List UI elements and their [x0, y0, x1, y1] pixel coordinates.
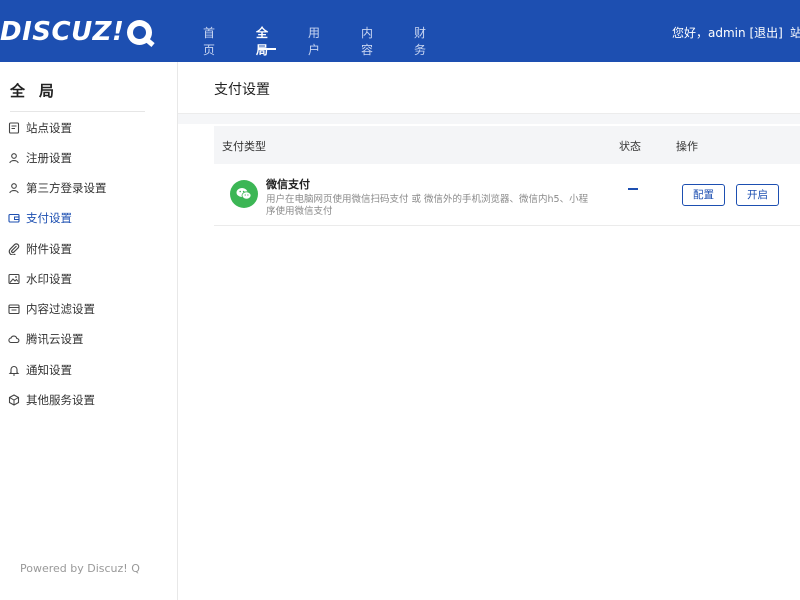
sidebar-item-label: 内容过滤设置 [26, 302, 95, 316]
sidebar-title: 全局 [10, 82, 69, 100]
logo-q-mark-icon [127, 19, 153, 45]
sidebar: 全局 站点设置 注册设置 第三方登录设置 支付设置 附件设置 水印设置 内容过滤… [0, 62, 178, 600]
sidebar-item-third-party-login[interactable]: 第三方登录设置 [8, 178, 107, 198]
user-area: 您好，admin [退出] [672, 24, 783, 41]
sidebar-item-label: 支付设置 [26, 211, 72, 225]
nav-item-finance[interactable]: 财务 [414, 24, 426, 58]
sidebar-item-label: 站点设置 [26, 121, 72, 135]
table-row: 微信支付 用户在电脑网页使用微信扫码支付 或 微信外的手机浏览器、微信内h5、小… [214, 164, 800, 226]
sidebar-item-label: 附件设置 [26, 242, 72, 256]
table-header: 支付类型 状态 操作 [214, 126, 800, 164]
sidebar-item-tencent-cloud-settings[interactable]: 腾讯云设置 [8, 329, 84, 349]
bell-icon [8, 364, 20, 376]
column-header-status: 状态 [619, 140, 641, 153]
top-header: DISCUZ! 首页 全局 用户 内容 财务 您好，admin [退出] 站 [0, 0, 800, 62]
paperclip-icon [8, 243, 20, 255]
sidebar-item-label: 水印设置 [26, 272, 72, 286]
sidebar-divider [10, 111, 145, 112]
sidebar-item-content-filter-settings[interactable]: 内容过滤设置 [8, 299, 95, 319]
powered-by-text: Powered by Discuz! Q [20, 562, 140, 575]
nav-item-content[interactable]: 内容 [361, 24, 373, 58]
active-nav-indicator [258, 48, 276, 50]
page-title-bar: 支付设置 [178, 62, 800, 114]
sidebar-item-attachment-settings[interactable]: 附件设置 [8, 239, 72, 259]
filter-icon [8, 303, 20, 315]
image-icon [8, 273, 20, 285]
sidebar-item-watermark-settings[interactable]: 水印设置 [8, 269, 72, 289]
sidebar-item-label: 其他服务设置 [26, 393, 95, 407]
sidebar-item-register-settings[interactable]: 注册设置 [8, 148, 72, 168]
payment-description: 用户在电脑网页使用微信扫码支付 或 微信外的手机浏览器、微信内h5、小程序使用微… [266, 194, 589, 217]
sidebar-item-label: 注册设置 [26, 151, 72, 165]
nav-item-home[interactable]: 首页 [203, 24, 215, 58]
sidebar-item-payment-settings[interactable]: 支付设置 [8, 208, 72, 228]
logo-text: DISCUZ! [0, 17, 125, 47]
sidebar-item-label: 通知设置 [26, 363, 72, 377]
cloud-icon [8, 333, 20, 345]
section-gap [178, 114, 800, 124]
enable-button[interactable]: 开启 [736, 184, 779, 206]
configure-button[interactable]: 配置 [682, 184, 725, 206]
header-site-link[interactable]: 站 [790, 24, 800, 41]
wechat-icon [230, 180, 258, 208]
nav-item-users[interactable]: 用户 [308, 24, 320, 58]
logout-link[interactable]: [退出] [749, 26, 782, 40]
payment-name: 微信支付 [266, 178, 310, 191]
discuz-logo[interactable]: DISCUZ! [0, 17, 153, 47]
sidebar-item-label: 腾讯云设置 [26, 332, 84, 346]
user-icon [8, 182, 20, 194]
main-content: 支付设置 支付类型 状态 操作 微信支付 用户在电脑网页使用微信扫码支付 或 微… [178, 62, 800, 600]
column-header-payment-type: 支付类型 [222, 140, 266, 153]
sidebar-item-other-services-settings[interactable]: 其他服务设置 [8, 390, 95, 410]
status-indicator [628, 188, 638, 190]
nav-item-global[interactable]: 全局 [256, 24, 268, 58]
sidebar-item-site-settings[interactable]: 站点设置 [8, 118, 72, 138]
document-icon [8, 122, 20, 134]
sidebar-item-notification-settings[interactable]: 通知设置 [8, 360, 72, 380]
column-header-actions: 操作 [676, 140, 698, 153]
greeting-text: 您好，admin [672, 26, 746, 40]
user-icon [8, 152, 20, 164]
page-title: 支付设置 [214, 82, 270, 98]
cube-icon [8, 394, 20, 406]
sidebar-item-label: 第三方登录设置 [26, 181, 107, 195]
wallet-icon [8, 212, 20, 224]
